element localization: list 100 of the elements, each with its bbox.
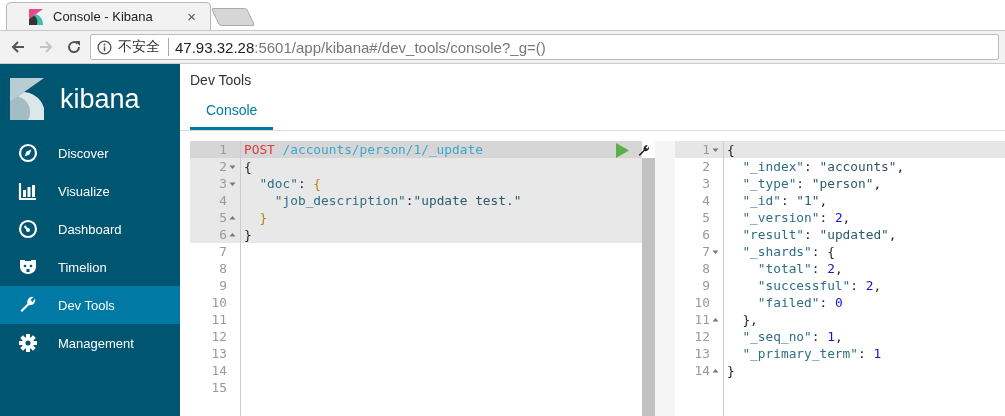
code-token: 1	[827, 328, 835, 345]
code-token: :	[804, 226, 813, 243]
scrollbar[interactable]	[642, 158, 655, 416]
code-token: :	[858, 345, 867, 362]
code-token: }	[244, 226, 252, 243]
code-token: "_shards"	[741, 243, 812, 260]
code-token: }	[258, 209, 268, 226]
back-icon	[10, 39, 26, 55]
code-token: :	[780, 192, 790, 209]
code-token: :	[297, 175, 307, 192]
line-number: 8	[218, 260, 228, 277]
wrench-icon[interactable]	[637, 143, 651, 158]
code-token: {	[244, 158, 252, 175]
request-editor[interactable]: 1 2 3 4 5 6 7 8 9 10 11 12 13 14 15 POST /accounts/person/1/_update { "doc": { "job_description":"update test." } }	[190, 141, 655, 416]
code-token: :	[850, 277, 859, 294]
line-number: 5	[701, 209, 711, 226]
code-token: ,	[842, 209, 851, 226]
line-number: 11	[675, 311, 723, 328]
line-number: 10	[210, 294, 228, 311]
line-number: 6	[190, 226, 240, 243]
code-token: "_seq_no"	[741, 328, 812, 345]
line-number: 1	[190, 141, 240, 158]
tab-close-button[interactable]: ×	[187, 8, 196, 25]
line-number: 15	[210, 379, 228, 396]
line-number: 4	[190, 192, 240, 209]
code-token: 0	[834, 294, 843, 311]
line-number: 8	[701, 260, 711, 277]
code-token: "result"	[741, 226, 805, 243]
unfold-arrow-icon[interactable]	[711, 316, 720, 323]
code-token: "_id"	[741, 192, 781, 209]
code-token: ,	[873, 277, 882, 294]
sidebar-item[interactable]: Discover	[0, 134, 180, 172]
unfold-arrow-icon[interactable]	[711, 367, 720, 374]
line-number: 5	[190, 209, 240, 226]
bear-icon	[18, 257, 38, 277]
wrench-icon	[18, 295, 38, 315]
line-number: 7	[675, 243, 723, 260]
compass-icon	[18, 143, 38, 163]
line-number: 14	[675, 362, 723, 379]
line-number: 1	[675, 141, 723, 158]
code-token: POST	[244, 141, 275, 158]
code-token: :	[405, 192, 414, 209]
line-number: 9	[218, 277, 228, 294]
forward-icon	[38, 39, 54, 55]
unfold-arrow-icon[interactable]	[228, 231, 237, 238]
code-token: "failed"	[756, 294, 820, 311]
sidebar-item[interactable]: Visualize	[0, 172, 180, 210]
code-token: 1	[873, 345, 882, 362]
code-token: "_type"	[741, 175, 797, 192]
sidebar-item[interactable]: Dev Tools	[0, 286, 180, 324]
play-icon[interactable]	[616, 143, 629, 158]
browser-tab[interactable]: Console - Kibana ×	[6, 2, 211, 30]
code-token: "job_description"	[273, 192, 406, 209]
code-token: ,	[888, 226, 897, 243]
kibana-logo-icon	[29, 8, 45, 25]
code-token: "updated"	[819, 226, 889, 243]
security-label: 不安全	[118, 38, 169, 56]
code-token: "total"	[756, 260, 812, 277]
code-token: },	[741, 311, 758, 328]
address-bar[interactable]: 不安全 47.93.32.28:5601/app/kibana#/dev_tools/console?_g=()	[90, 34, 999, 60]
line-number: 10	[693, 294, 711, 311]
code-token: :	[819, 294, 829, 311]
code-token: "update test."	[413, 192, 522, 209]
code-token: ,	[819, 192, 828, 209]
code-token: :	[811, 260, 821, 277]
code-token: ,	[873, 175, 882, 192]
fold-arrow-icon[interactable]	[228, 163, 237, 170]
code-token: "_index"	[741, 158, 805, 175]
line-number: 6	[701, 226, 711, 243]
line-number: 12	[693, 328, 711, 345]
code-token: :	[796, 175, 806, 192]
console-tab[interactable]: Console	[190, 92, 274, 130]
sidebar-item[interactable]: Management	[0, 324, 180, 362]
code-token: }	[727, 362, 735, 379]
unfold-arrow-icon[interactable]	[228, 214, 237, 221]
line-number: 13	[210, 345, 228, 362]
code-token: 2	[865, 277, 874, 294]
sidebar-item[interactable]: Dashboard	[0, 210, 180, 248]
code-token: :	[811, 328, 821, 345]
code-token: "_primary_term"	[741, 345, 858, 362]
logo-text: kibana	[60, 83, 140, 115]
code-token: 2	[827, 260, 835, 277]
fold-arrow-icon[interactable]	[711, 248, 720, 255]
info-icon	[97, 39, 112, 55]
code-token: "_version"	[741, 209, 820, 226]
reload-icon	[66, 39, 82, 55]
page-title: Dev Tools	[190, 72, 252, 88]
line-number: 2	[190, 158, 240, 175]
gauge-icon	[18, 219, 38, 239]
fold-arrow-icon[interactable]	[228, 180, 237, 187]
url-text: 47.93.32.28:5601/app/kibana#/dev_tools/console?_g=()	[175, 38, 546, 56]
line-number: 13	[693, 345, 711, 362]
code-token: 2	[834, 209, 843, 226]
line-number: 14	[210, 362, 228, 379]
new-tab-button[interactable]	[210, 8, 256, 26]
fold-arrow-icon[interactable]	[711, 146, 720, 153]
code-token: {	[313, 175, 322, 192]
line-number: 3	[701, 175, 711, 192]
line-number: 7	[218, 243, 228, 260]
sidebar-item[interactable]: Timelion	[0, 248, 180, 286]
